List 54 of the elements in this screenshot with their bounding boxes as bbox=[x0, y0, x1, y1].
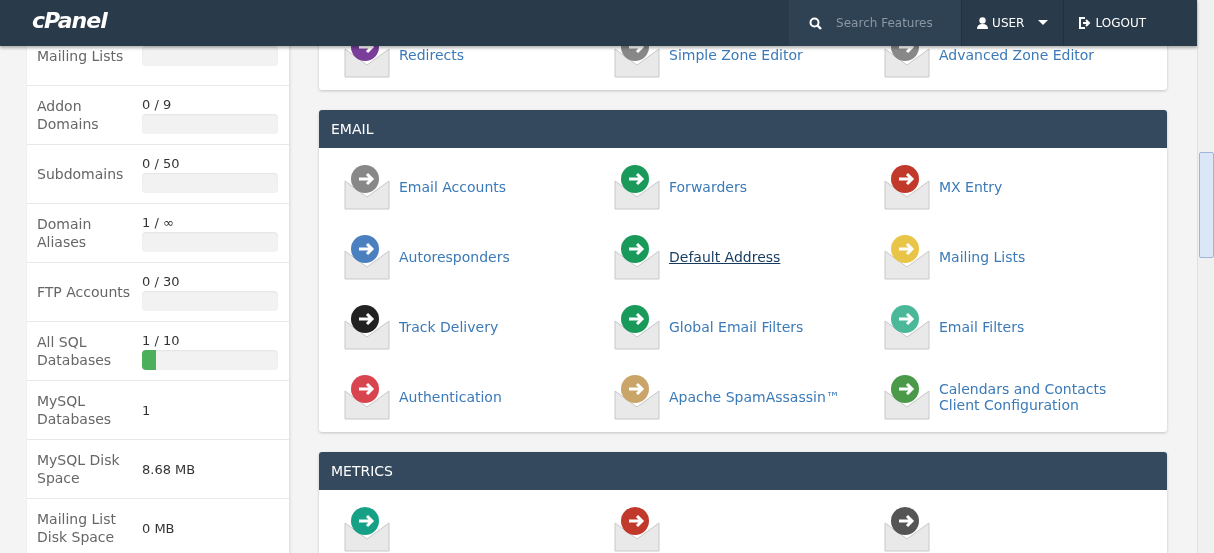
stat-value: 1 / 10 bbox=[142, 332, 181, 348]
feature-link[interactable]: Apache SpamAssassin™ bbox=[669, 389, 840, 405]
stat-value: 8.68 MB bbox=[142, 461, 197, 477]
stat-label: MySQL Databases bbox=[37, 392, 113, 428]
stat-value: 1 bbox=[142, 402, 152, 418]
envelope-icon bbox=[343, 373, 391, 421]
stat-label: MySQL Disk Space bbox=[37, 451, 121, 487]
feature-link[interactable]: Redirects bbox=[399, 47, 465, 63]
feature-link[interactable]: Global Email Filters bbox=[669, 319, 804, 335]
stat-label: Domain Aliases bbox=[37, 215, 93, 251]
section-title: METRICS bbox=[319, 452, 1167, 490]
section-title: EMAIL bbox=[319, 110, 1167, 148]
feature-link[interactable]: Default Address bbox=[669, 249, 781, 265]
envelope-icon bbox=[883, 303, 931, 351]
stat-label: Mailing List Disk Space bbox=[37, 510, 117, 546]
stat-label: Subdomains bbox=[37, 165, 125, 183]
feature-link[interactable]: Forwarders bbox=[669, 179, 747, 195]
envelope-icon bbox=[343, 303, 391, 351]
feature-link[interactable]: Mailing Lists bbox=[939, 249, 1026, 265]
envelope-icon bbox=[883, 163, 931, 211]
envelope-icon bbox=[883, 373, 931, 421]
stat-value: 0 / 30 bbox=[142, 273, 181, 289]
envelope-icon bbox=[343, 233, 391, 281]
search-box[interactable]: Search Features bbox=[789, 0, 962, 46]
feature-link[interactable]: Simple Zone Editor bbox=[669, 47, 803, 63]
envelope-icon bbox=[343, 163, 391, 211]
stat-label: Mailing Lists bbox=[37, 47, 125, 65]
search-field[interactable]: Search Features bbox=[834, 15, 959, 31]
envelope-icon bbox=[613, 163, 661, 211]
envelope-icon bbox=[613, 233, 661, 281]
scrollbar[interactable] bbox=[1197, 0, 1214, 553]
stat-value: 1 / ∞ bbox=[142, 214, 175, 230]
feature-link[interactable]: Email Filters bbox=[939, 319, 1025, 335]
envelope-icon bbox=[613, 373, 661, 421]
feature-link[interactable]: Calendars and Contacts Client Configuration bbox=[939, 381, 1139, 413]
search-icon bbox=[809, 16, 823, 30]
stat-value: 0 / 50 bbox=[142, 155, 181, 171]
feature-link[interactable]: Authentication bbox=[399, 389, 502, 405]
stat-value: 0 / 9 bbox=[142, 96, 173, 112]
user-icon bbox=[977, 17, 989, 29]
feature-link[interactable]: Track Delivery bbox=[399, 319, 499, 335]
feature-link[interactable]: Advanced Zone Editor bbox=[939, 47, 1095, 63]
stat-label: Addon Domains bbox=[37, 97, 100, 133]
stat-label: All SQL Databases bbox=[37, 333, 113, 369]
feature-link[interactable]: Email Accounts bbox=[399, 179, 507, 195]
feature-link[interactable]: MX Entry bbox=[939, 179, 1003, 195]
envelope-icon bbox=[613, 303, 661, 351]
stat-label: FTP Accounts bbox=[37, 283, 132, 301]
feature-link[interactable]: Autoresponders bbox=[399, 249, 510, 265]
stat-value: 0 MB bbox=[142, 520, 176, 536]
logout-icon bbox=[1079, 17, 1092, 29]
caret-icon bbox=[1038, 20, 1049, 26]
logo[interactable]: cPanel bbox=[0, 0, 790, 46]
envelope-icon bbox=[883, 233, 931, 281]
